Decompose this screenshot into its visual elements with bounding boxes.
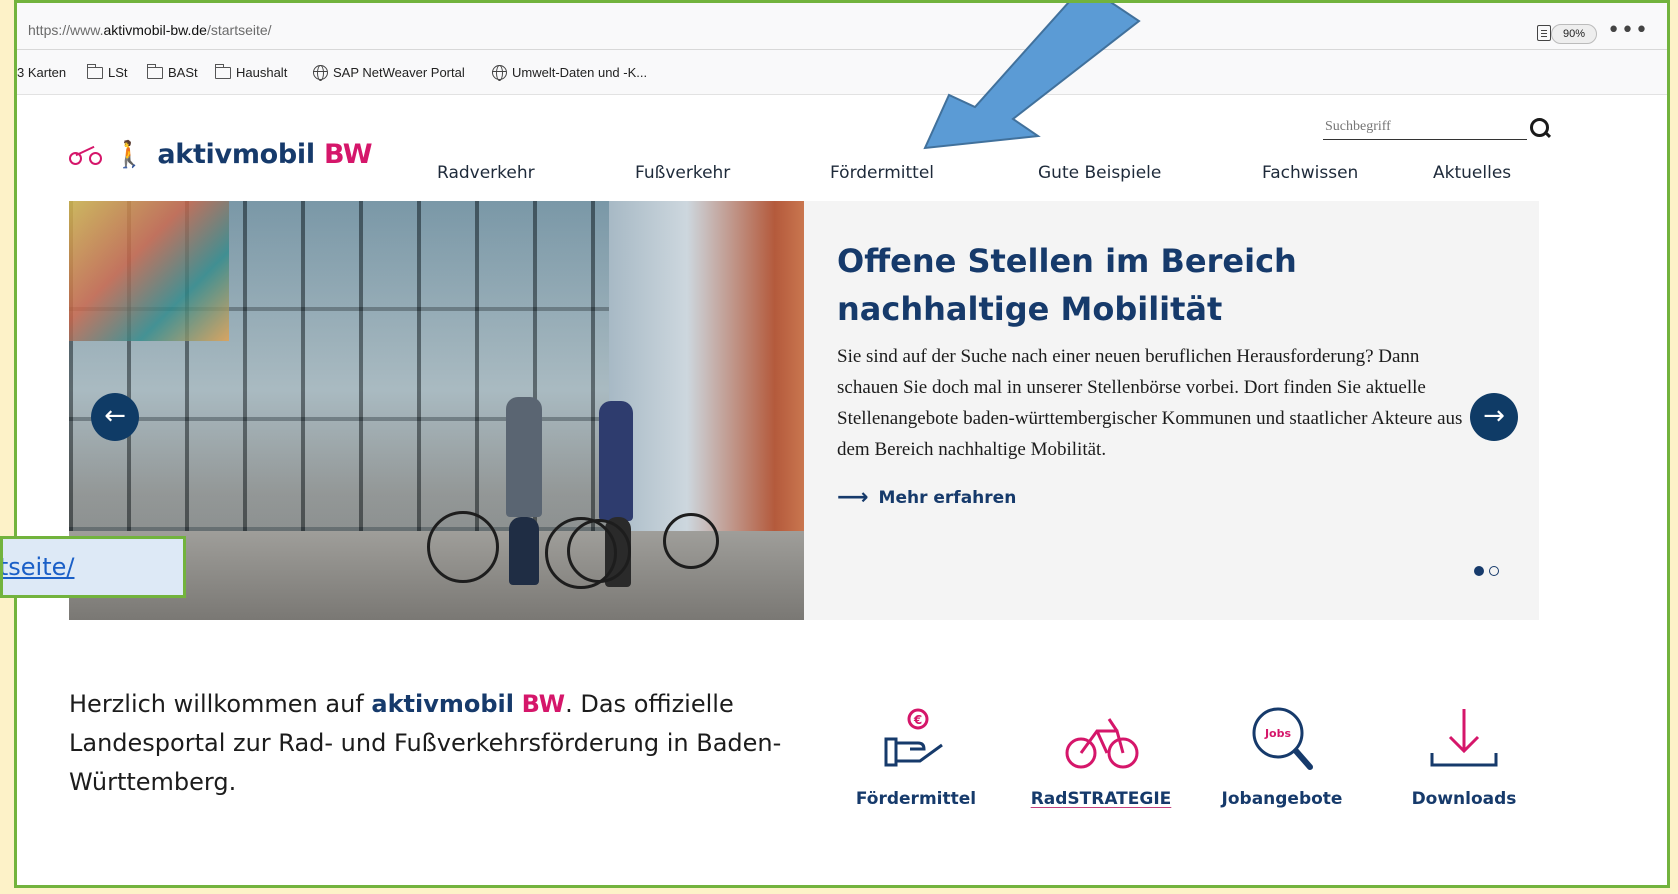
slider-next-button[interactable]: → [1470, 393, 1518, 441]
bookmark-bast[interactable]: BASt [147, 64, 198, 80]
logo-text: aktivmobil BW [157, 139, 373, 170]
folder-icon [87, 64, 103, 79]
arrow-right-icon: ⟶ [837, 485, 869, 510]
quicklink-foerdermittel[interactable]: € Fördermittel [841, 705, 991, 809]
folder-icon [147, 64, 163, 79]
quicklink-label: Downloads [1411, 789, 1517, 809]
browser-window: https://www.aktivmobil-bw.de/startseite/… [14, 0, 1670, 888]
svg-text:Jobs: Jobs [1264, 727, 1292, 740]
nav-fussverkehr[interactable]: Fußverkehr [635, 163, 730, 183]
bookmark-lst[interactable]: LSt [87, 64, 128, 80]
jobs-search-icon: Jobs [1242, 705, 1322, 775]
slide-body: Sie sind auf der Suche nach einer neuen … [837, 346, 1463, 460]
folder-icon [215, 64, 231, 79]
annotation-arrow [923, 3, 1141, 150]
nav-fachwissen[interactable]: Fachwissen [1262, 163, 1358, 183]
slider-dot-1[interactable] [1474, 566, 1484, 576]
slide-title: Offene Stellen im Bereich nachhaltige Mo… [837, 242, 1297, 328]
search-input[interactable] [1323, 115, 1527, 140]
bicycle-icon [69, 144, 107, 166]
walker-icon: 🚶 [113, 139, 146, 170]
globe-icon [492, 65, 507, 81]
url-text[interactable]: https://www.aktivmobil-bw.de/startseite/ [28, 22, 272, 38]
reader-view-icon[interactable] [1537, 25, 1551, 41]
bookmarks-bar: 3 Karten LSt BASt Haushalt SAP NetWeaver… [17, 50, 1667, 95]
more-link[interactable]: ⟶ Mehr erfahren [837, 485, 1477, 510]
quicklink-label: RadSTRATEGIE [1030, 789, 1172, 809]
site-logo[interactable]: 🚶 aktivmobil BW [69, 139, 373, 170]
quicklink-jobangebote[interactable]: Jobs Jobangebote [1207, 705, 1357, 809]
bookmark-sap-netweaver[interactable]: SAP NetWeaver Portal [313, 65, 465, 81]
bookmark-karten[interactable]: 3 Karten [17, 65, 66, 80]
bookmark-haushalt[interactable]: Haushalt [215, 64, 287, 80]
quicklink-label: Fördermittel [855, 789, 977, 809]
svg-text:€: € [913, 713, 922, 727]
annotation-link-callout[interactable]: rtseite/ [0, 536, 186, 598]
slide-content: Offene Stellen im Bereich nachhaltige Mo… [837, 237, 1477, 510]
download-icon [1424, 705, 1504, 775]
nav-radverkehr[interactable]: Radverkehr [437, 163, 535, 183]
slider-prev-button[interactable]: ← [91, 393, 139, 441]
quicklink-downloads[interactable]: Downloads [1389, 705, 1539, 809]
nav-aktuelles[interactable]: Aktuelles [1433, 163, 1511, 183]
globe-icon [313, 65, 328, 81]
search-icon[interactable] [1530, 118, 1549, 137]
slider-dot-2[interactable] [1489, 566, 1499, 576]
quicklink-label: Jobangebote [1221, 789, 1343, 809]
slider-dots [1474, 561, 1504, 580]
hero-slider: ← → Offene Stellen im Bereich nachhaltig… [69, 201, 1539, 620]
bicycle-icon [1061, 705, 1141, 775]
hand-euro-icon: € [876, 705, 956, 775]
bookmark-umwelt-daten[interactable]: Umwelt-Daten und -K... [492, 65, 647, 81]
zoom-indicator[interactable]: 90% [1551, 24, 1597, 44]
quicklink-radstrategie[interactable]: RadSTRATEGIE [1026, 705, 1176, 809]
url-bar[interactable]: https://www.aktivmobil-bw.de/startseite/… [17, 3, 1667, 50]
welcome-text: Herzlich willkommen auf aktivmobil BW. D… [69, 690, 782, 796]
website: 🚶 aktivmobil BW Radverkehr Fußverkehr Fö… [17, 95, 1667, 885]
more-actions-icon[interactable]: ••• [1607, 18, 1649, 43]
